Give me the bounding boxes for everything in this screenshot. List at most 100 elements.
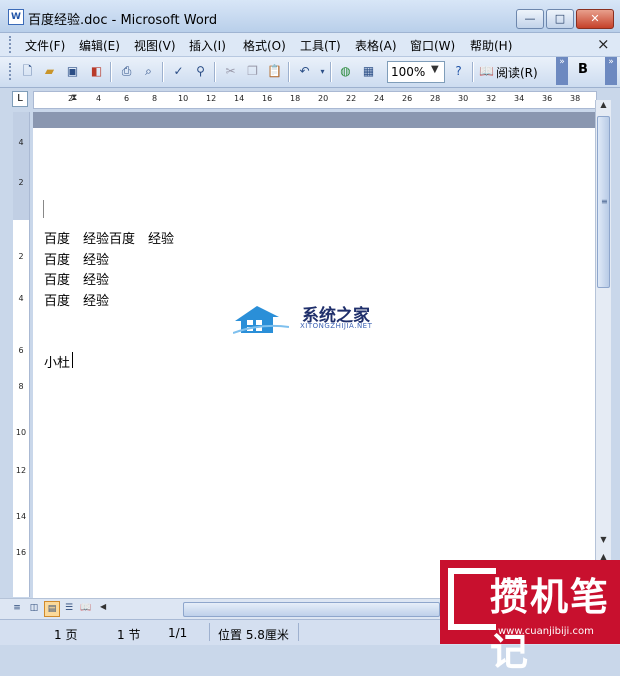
ruler-tick: 24 bbox=[374, 94, 385, 103]
reading-layout-view-icon[interactable]: 📖 bbox=[79, 601, 93, 615]
toolbar-grip-handle[interactable] bbox=[9, 63, 14, 80]
ruler-tick: 12 bbox=[206, 94, 217, 103]
open-folder-icon[interactable]: ▰ bbox=[41, 63, 58, 80]
ruler-tick: 18 bbox=[290, 94, 301, 103]
status-position: 位置 5.8厘米 bbox=[218, 628, 289, 642]
hyperlink-globe-icon[interactable]: ◍ bbox=[337, 63, 354, 80]
status-page: 1 页 bbox=[54, 628, 78, 642]
menu-table[interactable]: 表格(A) bbox=[355, 37, 397, 54]
zoom-value: 100% bbox=[391, 65, 426, 79]
menu-bar: 文件(F) 编辑(E) 视图(V) 插入(I) 格式(O) 工具(T) 表格(A… bbox=[0, 33, 620, 57]
bold-button[interactable]: B bbox=[578, 62, 588, 77]
outline-view-icon[interactable]: ☰ bbox=[62, 601, 76, 615]
scroll-down-arrow-icon[interactable]: ▼ bbox=[597, 535, 610, 549]
scroll-left-arrow-icon[interactable]: ◀ bbox=[100, 602, 106, 611]
status-page-count: 1/1 bbox=[168, 626, 188, 640]
vruler-tick: 6 bbox=[18, 346, 24, 355]
print-icon[interactable]: ⎙ bbox=[118, 63, 135, 80]
read-mode-button[interactable]: 阅读(R) bbox=[496, 64, 538, 81]
read-book-icon[interactable]: 📖 bbox=[478, 63, 495, 80]
toolbar-divider bbox=[110, 62, 112, 82]
horizontal-scroll-thumb[interactable] bbox=[183, 602, 440, 617]
ruler-tick: 28 bbox=[430, 94, 441, 103]
insert-table-icon[interactable]: ▦ bbox=[360, 63, 377, 80]
print-preview-icon[interactable]: ⌕ bbox=[140, 63, 157, 80]
vertical-scrollbar[interactable]: ▲ ≡ ▼ ▲ bbox=[595, 100, 611, 598]
spelling-grammar-icon[interactable]: ✓ bbox=[170, 63, 187, 80]
vruler-tick: 8 bbox=[18, 382, 24, 391]
site-logo-badge: 攒机笔记 www.cuanjibiji.com bbox=[440, 560, 620, 674]
undo-icon[interactable]: ↶ bbox=[296, 63, 313, 80]
copy-icon[interactable]: ❐ bbox=[244, 63, 261, 80]
print-layout-view-icon[interactable]: ▤ bbox=[44, 601, 60, 617]
document-line[interactable]: 小杜 bbox=[44, 352, 70, 371]
toolbar-divider bbox=[330, 62, 332, 82]
cut-icon[interactable]: ✂ bbox=[222, 63, 239, 80]
ruler-tick: 6 bbox=[124, 94, 130, 103]
menu-edit[interactable]: 编辑(E) bbox=[79, 37, 120, 54]
text-boundary-mark bbox=[43, 200, 44, 218]
ruler-tick: 8 bbox=[152, 94, 158, 103]
vertical-scroll-thumb[interactable]: ≡ bbox=[597, 116, 610, 288]
horizontal-ruler[interactable]: ⧗ 2 4 6 8 10 12 14 16 18 20 22 24 26 28 … bbox=[33, 91, 597, 109]
watermark-url-text: XITONGZHIJIA.NET bbox=[300, 322, 373, 330]
ruler-tick: 10 bbox=[178, 94, 189, 103]
tab-stop-selector[interactable]: L bbox=[12, 91, 28, 107]
ruler-tick: 22 bbox=[346, 94, 357, 103]
ruler-tick: 34 bbox=[514, 94, 525, 103]
toolbar-divider bbox=[214, 62, 216, 82]
help-icon[interactable]: ? bbox=[450, 63, 467, 80]
text-caret bbox=[72, 352, 73, 368]
menu-file[interactable]: 文件(F) bbox=[25, 37, 65, 54]
web-layout-view-icon[interactable]: ◫ bbox=[27, 601, 41, 615]
menu-help[interactable]: 帮助(H) bbox=[470, 37, 512, 54]
vertical-ruler-margin bbox=[13, 112, 29, 220]
minimize-button[interactable]: — bbox=[516, 9, 544, 29]
close-window-button[interactable]: ✕ bbox=[576, 9, 614, 29]
menu-insert[interactable]: 插入(I) bbox=[189, 37, 226, 54]
watermark-house-logo-icon bbox=[233, 306, 289, 334]
vruler-tick: 10 bbox=[15, 428, 27, 437]
document-page[interactable] bbox=[33, 128, 595, 598]
menu-tools[interactable]: 工具(T) bbox=[300, 37, 341, 54]
scroll-thumb-grip-icon: ≡ bbox=[601, 197, 608, 206]
vruler-tick: 2 bbox=[18, 178, 24, 187]
undo-dropdown-icon[interactable]: ▾ bbox=[314, 63, 331, 80]
scroll-up-arrow-icon[interactable]: ▲ bbox=[597, 100, 610, 114]
close-document-button[interactable]: × bbox=[597, 35, 610, 53]
ruler-tick: 36 bbox=[542, 94, 553, 103]
maximize-button[interactable]: □ bbox=[546, 9, 574, 29]
toolbar-divider bbox=[288, 62, 290, 82]
zoom-combobox[interactable]: 100% ▼ bbox=[387, 61, 445, 83]
menubar-grip-handle[interactable] bbox=[9, 36, 14, 53]
ruler-tick: 30 bbox=[458, 94, 469, 103]
research-icon[interactable]: ⚲ bbox=[192, 63, 209, 80]
formatting-toolbar-overflow-chevron-icon[interactable]: » bbox=[605, 57, 617, 85]
ruler-tick: 26 bbox=[402, 94, 413, 103]
word-app-icon[interactable]: W bbox=[8, 9, 24, 25]
permission-icon[interactable]: ◧ bbox=[88, 63, 105, 80]
title-bar: W 百度经验.doc - Microsoft Word — □ ✕ bbox=[0, 0, 620, 33]
standard-toolbar: 🗋 ▰ ▣ ◧ ⎙ ⌕ ✓ ⚲ ✂ ❐ 📋 ↶ ▾ ◍ ▦ 100% ▼ ? 📖… bbox=[0, 57, 620, 88]
vertical-ruler[interactable]: 4 2 2 4 6 8 10 12 14 16 bbox=[13, 112, 30, 597]
document-line[interactable]: 百度 经验 bbox=[44, 249, 109, 268]
save-icon[interactable]: ▣ bbox=[64, 63, 81, 80]
toolbar-overflow-chevron-icon[interactable]: » bbox=[556, 57, 568, 85]
vruler-tick: 16 bbox=[15, 548, 27, 557]
status-divider bbox=[298, 623, 299, 641]
paste-icon[interactable]: 📋 bbox=[266, 63, 283, 80]
menu-window[interactable]: 窗口(W) bbox=[410, 37, 455, 54]
zoom-dropdown-arrow-icon[interactable]: ▼ bbox=[431, 64, 439, 75]
document-line[interactable]: 百度 经验百度 经验 bbox=[44, 228, 174, 247]
ruler-tick: 38 bbox=[570, 94, 581, 103]
menu-view[interactable]: 视图(V) bbox=[134, 37, 176, 54]
document-line[interactable]: 百度 经验 bbox=[44, 269, 109, 288]
new-document-icon[interactable]: 🗋 bbox=[19, 63, 36, 80]
page-top-gap bbox=[33, 112, 595, 128]
ruler-tick: 2 bbox=[68, 94, 74, 103]
ruler-area: L ⧗ 2 4 6 8 10 12 14 16 18 20 22 24 26 2… bbox=[0, 88, 620, 110]
document-line[interactable]: 百度 经验 bbox=[44, 290, 109, 309]
normal-view-icon[interactable]: ≡ bbox=[10, 601, 24, 615]
toolbar-divider bbox=[162, 62, 164, 82]
menu-format[interactable]: 格式(O) bbox=[243, 37, 286, 54]
